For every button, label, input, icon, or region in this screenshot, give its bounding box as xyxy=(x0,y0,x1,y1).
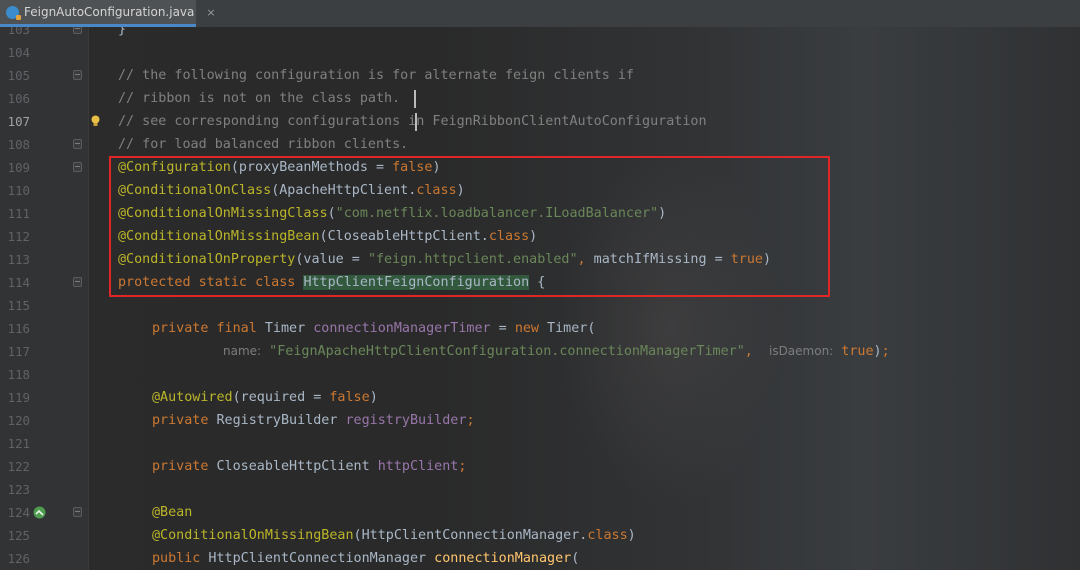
code-text: @Bean xyxy=(152,505,193,520)
code-line[interactable]: 117 name: "FeignApacheHttpClientConfigura… xyxy=(0,340,1080,363)
editor-tab-bar: FeignAutoConfiguration.java × xyxy=(0,0,1080,28)
line-number: 108 xyxy=(7,137,30,152)
code-editor[interactable]: 103} 104 105 // the following configuration… xyxy=(0,27,1080,570)
code-line[interactable]: 111 @ConditionalOnMissingClass("com.netfl… xyxy=(0,202,1080,225)
code-line[interactable]: 119 @Autowired(required = false) xyxy=(0,386,1080,409)
line-number: 113 xyxy=(7,252,30,267)
code-line[interactable]: 124 @Bean xyxy=(0,501,1080,524)
code-text: } xyxy=(118,27,127,37)
line-number: 105 xyxy=(7,68,30,83)
line-number: 106 xyxy=(7,91,30,106)
code-text: public HttpClientConnectionManager conne… xyxy=(152,551,580,566)
code-text: @ConditionalOnClass(ApacheHttpClient.cla… xyxy=(118,183,465,198)
code-text: @ConditionalOnMissingClass("com.netflix.… xyxy=(118,206,667,221)
code-line[interactable]: 126 public HttpClientConnectionManager co… xyxy=(0,547,1080,570)
line-number: 107 xyxy=(7,114,30,129)
code-line[interactable]: 108 // for load balanced ribbon clients. xyxy=(0,133,1080,156)
line-number: 120 xyxy=(7,413,30,428)
intention-bulb-icon[interactable] xyxy=(90,115,101,127)
code-line[interactable]: 116 private final Timer connectionManager… xyxy=(0,317,1080,340)
code-line[interactable]: 118 xyxy=(0,363,1080,386)
line-number: 122 xyxy=(7,459,30,474)
code-text: // see corresponding configurations in F… xyxy=(118,114,707,129)
line-number: 115 xyxy=(7,298,30,313)
code-line[interactable]: 110 @ConditionalOnClass(ApacheHttpClient.… xyxy=(0,179,1080,202)
code-line[interactable]: 104 xyxy=(0,41,1080,64)
code-text: private CloseableHttpClient httpClient; xyxy=(152,459,467,474)
code-line[interactable]: 125 @ConditionalOnMissingBean(HttpClientC… xyxy=(0,524,1080,547)
code-line[interactable]: 123 xyxy=(0,478,1080,501)
text-caret xyxy=(415,113,417,131)
code-line[interactable]: 120 private RegistryBuilder registryBuild… xyxy=(0,409,1080,432)
line-number: 111 xyxy=(7,206,30,221)
fold-marker-icon[interactable] xyxy=(73,139,82,149)
close-tab-icon[interactable]: × xyxy=(206,6,215,19)
code-text: @ConditionalOnMissingBean(CloseableHttpC… xyxy=(118,229,538,244)
code-text: protected static class HttpClientFeignCo… xyxy=(118,275,546,290)
line-number: 103 xyxy=(7,27,30,37)
code-line[interactable]: 113 @ConditionalOnProperty(value = "feign… xyxy=(0,248,1080,271)
code-line[interactable]: 121 xyxy=(0,432,1080,455)
fold-marker-icon[interactable] xyxy=(73,277,82,287)
line-number: 104 xyxy=(7,45,30,60)
code-text: @Autowired(required = false) xyxy=(152,390,378,405)
code-line[interactable]: 106 // ribbon is not on the class path. xyxy=(0,87,1080,110)
code-text: @ConditionalOnMissingBean(HttpClientConn… xyxy=(152,528,636,543)
code-line[interactable]: 107 // see corresponding configurations i… xyxy=(0,110,1080,133)
line-number: 114 xyxy=(7,275,30,290)
tab-feign-auto-configuration[interactable]: FeignAutoConfiguration.java × xyxy=(0,0,216,27)
text-caret-secondary xyxy=(414,90,416,108)
code-text: name: "FeignApacheHttpClientConfiguratio… xyxy=(223,344,890,359)
line-number: 124 xyxy=(7,505,30,520)
code-text: @Configuration(proxyBeanMethods = false) xyxy=(118,160,441,175)
code-text: @ConditionalOnProperty(value = "feign.ht… xyxy=(118,252,772,267)
line-number: 126 xyxy=(7,551,30,566)
fold-marker-icon[interactable] xyxy=(73,162,82,172)
line-number: 116 xyxy=(7,321,30,336)
fold-marker-icon[interactable] xyxy=(73,70,82,80)
code-text: private final Timer connectionManagerTim… xyxy=(152,321,596,336)
tab-title: FeignAutoConfiguration.java xyxy=(24,5,195,19)
line-number: 110 xyxy=(7,183,30,198)
code-line[interactable]: 122 private CloseableHttpClient httpClien… xyxy=(0,455,1080,478)
line-number: 119 xyxy=(7,390,30,405)
code-text: // ribbon is not on the class path. xyxy=(118,91,401,106)
run-gutter-icon[interactable] xyxy=(32,505,47,520)
code-line[interactable]: 112 @ConditionalOnMissingBean(CloseableHt… xyxy=(0,225,1080,248)
line-number: 125 xyxy=(7,528,30,543)
line-number: 121 xyxy=(7,436,30,451)
line-number: 109 xyxy=(7,160,30,175)
code-line[interactable]: 105 // the following configuration is for… xyxy=(0,64,1080,87)
line-number: 118 xyxy=(7,367,30,382)
code-line[interactable]: 115 xyxy=(0,294,1080,317)
line-number: 123 xyxy=(7,482,30,497)
code-text: // the following configuration is for al… xyxy=(118,68,634,83)
code-line[interactable]: 109 @Configuration(proxyBeanMethods = fal… xyxy=(0,156,1080,179)
code-text: private RegistryBuilder registryBuilder; xyxy=(152,413,475,428)
line-number: 117 xyxy=(7,344,30,359)
code-text: // for load balanced ribbon clients. xyxy=(118,137,409,152)
java-class-file-icon xyxy=(6,5,21,20)
code-line[interactable]: 114 protected static class HttpClientFeig… xyxy=(0,271,1080,294)
line-number: 112 xyxy=(7,229,30,244)
code-line[interactable]: 103} xyxy=(0,27,1080,41)
fold-marker-icon[interactable] xyxy=(73,27,82,34)
fold-marker-icon[interactable] xyxy=(73,507,82,517)
